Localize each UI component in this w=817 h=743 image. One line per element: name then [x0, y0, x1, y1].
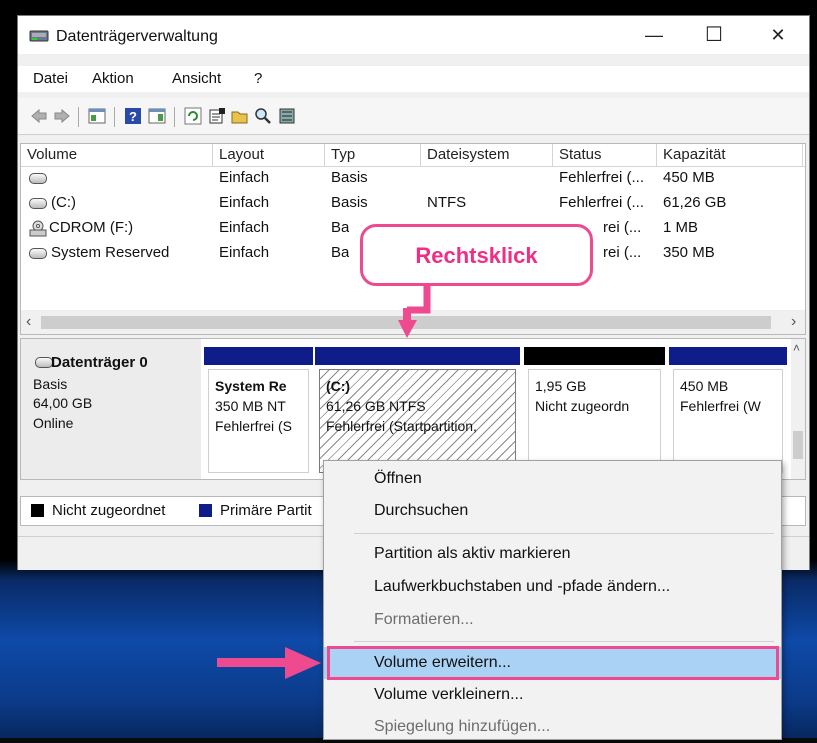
column-header-volume[interactable]: Volume: [21, 144, 213, 166]
drive-icon: [29, 172, 47, 184]
maximize-button[interactable]: ☐: [694, 22, 734, 48]
help-icon[interactable]: ?: [124, 107, 142, 125]
disk-graphical-view: Datenträger 0 Basis 64,00 GB Online Syst…: [20, 338, 806, 509]
partition-system-reserved[interactable]: System Re 350 MB NT Fehlerfrei (S: [204, 347, 313, 479]
volume-row[interactable]: Einfach Basis Fehlerfrei (... 450 MB: [21, 166, 805, 191]
disk-type: Basis: [33, 376, 68, 392]
callout-label: Rechtsklick: [415, 243, 538, 268]
menu-separator: [354, 641, 774, 642]
menu-item-durchsuchen[interactable]: Durchsuchen: [324, 495, 781, 527]
toolbar-separator: [78, 107, 79, 127]
menu-item-oeffnen[interactable]: Öffnen: [324, 463, 781, 495]
toolbar-separator: [114, 107, 115, 127]
properties-icon[interactable]: [208, 107, 226, 125]
rechtsklick-callout: Rechtsklick: [360, 224, 593, 286]
menu-item-laufwerkbuchstaben[interactable]: Laufwerkbuchstaben und -pfade ändern...: [324, 571, 781, 603]
svg-text:?: ?: [129, 109, 137, 124]
close-button[interactable]: ✕: [758, 22, 798, 48]
menu-item-partition-aktiv[interactable]: Partition als aktiv markieren: [324, 538, 781, 570]
menu-help[interactable]: ?: [254, 70, 262, 87]
menu-item-formatieren: Formatieren...: [374, 611, 474, 628]
callout-arrow-icon: [398, 282, 431, 338]
drive-icon: [29, 247, 47, 259]
pointer-arrow-icon: [217, 647, 321, 679]
console-tree-icon[interactable]: [88, 107, 106, 125]
partition-type-bar: [669, 347, 787, 365]
volume-list-header: Volume Layout Typ Dateisystem Status Kap…: [21, 144, 805, 167]
menu-datei[interactable]: Datei: [33, 70, 68, 87]
legend-swatch-unallocated: [31, 504, 44, 517]
menu-bar: Datei Aktion Ansicht ?: [18, 66, 809, 92]
disk-size: 64,00 GB: [33, 395, 93, 411]
scroll-left-icon[interactable]: ‹: [26, 313, 31, 331]
menu-separator: [354, 533, 774, 534]
forward-arrow-icon[interactable]: [53, 107, 71, 125]
legend-primary-label: Primäre Partit: [220, 502, 312, 519]
scrollbar-thumb[interactable]: [793, 431, 803, 459]
column-header-kapazitaet[interactable]: Kapazität: [657, 144, 803, 166]
column-header-dateisystem[interactable]: Dateisystem: [421, 144, 553, 166]
disk-state: Online: [33, 415, 74, 431]
settings-tool-icon[interactable]: [278, 107, 296, 125]
column-header-typ[interactable]: Typ: [325, 144, 421, 166]
properties-pane-icon[interactable]: [148, 107, 166, 125]
vertical-scrollbar[interactable]: ˄: [791, 339, 805, 479]
selected-partition-hatch: (C:) 61,26 GB NTFS Fehlerfrei (Startpart…: [319, 369, 516, 473]
search-magnifier-icon[interactable]: [254, 107, 272, 125]
minimize-button[interactable]: —: [634, 22, 674, 48]
legend-unallocated-label: Nicht zugeordnet: [52, 502, 166, 519]
open-folder-icon[interactable]: [231, 107, 249, 125]
menu-item-spiegelung: Spiegelung hinzufügen...: [374, 718, 551, 735]
scroll-up-icon[interactable]: ˄: [793, 341, 800, 355]
back-arrow-icon[interactable]: [30, 107, 48, 125]
refresh-icon[interactable]: [184, 107, 202, 125]
partition-type-bar: [524, 347, 665, 365]
disk-name: Datenträger 0: [51, 354, 148, 371]
volume-row[interactable]: (C:) Einfach Basis NTFS Fehlerfrei (... …: [21, 191, 805, 216]
disk-management-app-icon: [29, 30, 49, 42]
title-bar: Datenträgerverwaltung — ☐ ✕: [18, 16, 809, 54]
menu-aktion[interactable]: Aktion: [92, 70, 134, 87]
highlight-box: [327, 646, 779, 680]
scroll-right-icon[interactable]: ›: [791, 313, 796, 331]
partition-type-bar: [204, 347, 313, 365]
disk-info-panel[interactable]: Datenträger 0 Basis 64,00 GB Online: [21, 339, 201, 479]
drive-icon: [29, 197, 47, 209]
column-header-layout[interactable]: Layout: [213, 144, 325, 166]
context-menu: Öffnen Durchsuchen Partition als aktiv m…: [323, 460, 782, 740]
legend-swatch-primary: [199, 504, 212, 517]
column-header-status[interactable]: Status: [553, 144, 657, 166]
menu-ansicht[interactable]: Ansicht: [172, 70, 221, 87]
toolbar-separator: [174, 107, 175, 127]
toolbar: ?: [18, 98, 809, 135]
cdrom-drive-icon: [29, 220, 47, 237]
menu-item-volume-verkleinern[interactable]: Volume verkleinern...: [324, 679, 781, 711]
window-title: Datenträgerverwaltung: [56, 28, 218, 45]
